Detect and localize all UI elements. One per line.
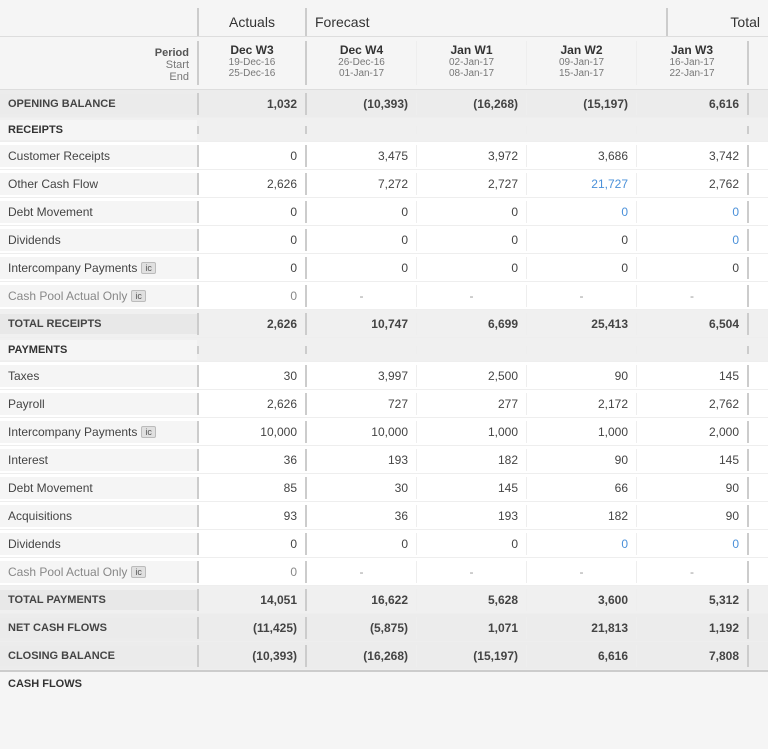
- total-group-label: Total: [668, 8, 768, 36]
- period-label: Period Start End: [0, 41, 197, 85]
- actuals-group-label: Actuals: [197, 8, 307, 36]
- cash-pool-receipts-label: Cash Pool Actual Only ic: [0, 285, 197, 307]
- debt-movement-payments-row: Debt Movement 85 30 145 66 90 706: [0, 474, 768, 502]
- forecast-col-2: Jan W2 09-Jan-17 15-Jan-17: [527, 41, 637, 85]
- other-cash-flow-row: Other Cash Flow 2,626 7,272 2,727 21,727…: [0, 170, 768, 198]
- total-receipts-label: Total Receipts: [0, 314, 197, 334]
- forecast-group-label: Forecast: [307, 8, 668, 36]
- customer-receipts-row: Customer Receipts 0 3,475 3,972 3,686 3,…: [0, 142, 768, 170]
- net-cash-flows-label: Net Cash Flows: [0, 618, 197, 638]
- total-receipts-row: Total Receipts 2,626 10,747 6,699 25,413…: [0, 310, 768, 338]
- ic-badge-payments: ic: [141, 426, 156, 438]
- ic-badge-receipts: ic: [141, 262, 156, 274]
- interest-row: Interest 36 193 182 90 145 1,591: [0, 446, 768, 474]
- forecast-col-3: Jan W3 16-Jan-17 22-Jan-17: [637, 41, 747, 85]
- taxes-row: Taxes 30 3,997 2,500 90 145 6,907: [0, 362, 768, 390]
- ob-f2: (15,197): [527, 93, 637, 115]
- payments-header-row: PAYMENTS: [0, 338, 768, 362]
- ob-f0: (10,393): [307, 93, 417, 115]
- dividends-payments-row: Dividends 0 0 0 0 0 78: [0, 530, 768, 558]
- opening-balance-actuals: 1,032: [197, 93, 307, 115]
- cash-pool-payments-row: Cash Pool Actual Only ic 0 - - - - 0: [0, 558, 768, 586]
- period-col-label: [0, 8, 197, 36]
- cash-flows-footer: CASH FLOWS: [0, 670, 768, 696]
- forecast-col-1: Jan W1 02-Jan-17 08-Jan-17: [417, 41, 527, 85]
- forecast-period-headers: Dec W4 26-Dec-16 01-Jan-17 Jan W1 02-Jan…: [307, 41, 749, 85]
- debt-movement-receipts-row: Debt Movement 0 0 0 0 0 0: [0, 198, 768, 226]
- ob-f3: 6,616: [637, 93, 747, 115]
- payments-header-label: PAYMENTS: [0, 340, 197, 360]
- total-period-header: [749, 41, 768, 85]
- closing-balance-row: Closing Balance (10,393) (16,268) (15,19…: [0, 642, 768, 670]
- debt-movement-receipts-label: Debt Movement: [0, 201, 197, 223]
- intercompany-receipts-row: Intercompany Payments ic 0 0 0 0 0 0: [0, 254, 768, 282]
- acquisitions-row: Acquisitions 93 36 193 182 90 1,377: [0, 502, 768, 530]
- dividends-receipts-label: Dividends: [0, 229, 197, 251]
- intercompany-payments-row: Intercompany Payments ic 10,000 10,000 1…: [0, 418, 768, 446]
- forecast-col-0: Dec W4 26-Dec-16 01-Jan-17: [307, 41, 417, 85]
- ob-f1: (16,268): [417, 93, 527, 115]
- opening-balance-forecast: (10,393) (16,268) (15,197) 6,616: [307, 93, 749, 115]
- customer-receipts-label: Customer Receipts: [0, 145, 197, 167]
- ic-badge-pool-payments: ic: [131, 566, 146, 578]
- other-cash-flow-label: Other Cash Flow: [0, 173, 197, 195]
- actuals-period-header: Dec W3 19-Dec-16 25-Dec-16: [197, 41, 307, 85]
- cr-actuals: 0: [197, 145, 307, 167]
- net-cash-flows-row: Net Cash Flows (11,425) (5,875) 1,071 21…: [0, 614, 768, 642]
- total-payments-row: Total Payments 14,051 16,622 5,628 3,600…: [0, 586, 768, 614]
- dividends-receipts-row: Dividends 0 0 0 0 0 5,541: [0, 226, 768, 254]
- opening-balance-label: Opening Balance: [0, 94, 197, 114]
- main-container: Actuals Forecast Total Period Start End …: [0, 0, 768, 696]
- cash-pool-receipts-row: Cash Pool Actual Only ic 0 - - - - 0: [0, 282, 768, 310]
- cash-flows-label: CASH FLOWS: [8, 678, 82, 690]
- opening-balance-row: Opening Balance 1,032 (10,393) (16,268) …: [0, 90, 768, 118]
- receipts-header-label: RECEIPTS: [0, 120, 197, 140]
- opening-balance-total: 1,032: [749, 93, 768, 115]
- payroll-row: Payroll 2,626 727 277 2,172 2,762 61,647: [0, 390, 768, 418]
- closing-balance-label: Closing Balance: [0, 646, 197, 666]
- total-payments-label: Total Payments: [0, 590, 197, 610]
- intercompany-receipts-label: Intercompany Payments ic: [0, 257, 197, 279]
- receipts-header-row: RECEIPTS: [0, 118, 768, 142]
- ic-badge-pool-receipts: ic: [131, 290, 146, 302]
